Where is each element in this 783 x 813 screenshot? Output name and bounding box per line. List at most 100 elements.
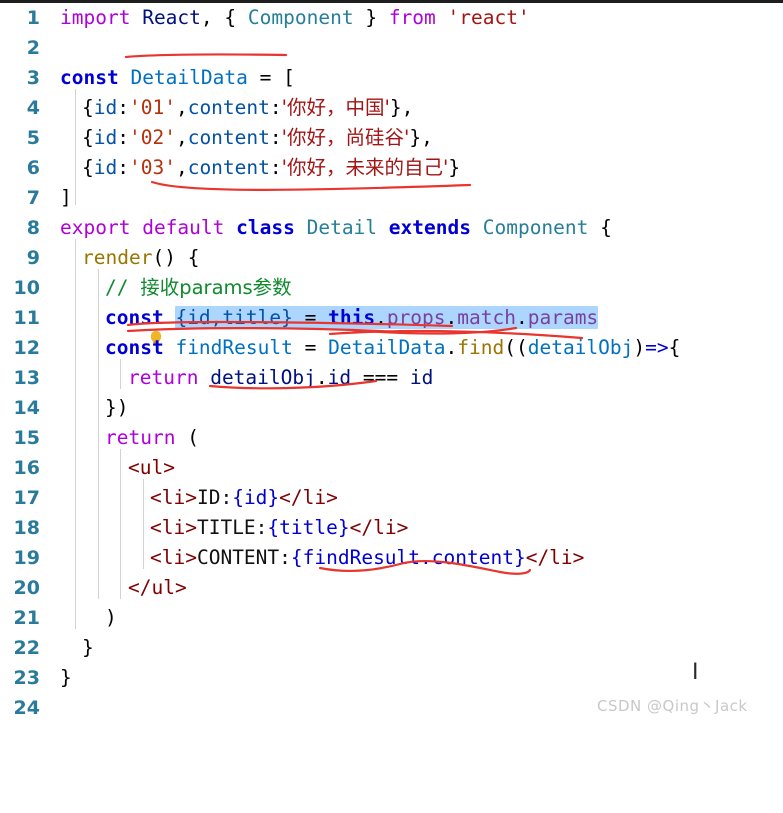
token-paren-close: ) (105, 606, 117, 629)
token-detaildata: DetailData (130, 66, 248, 89)
code-line[interactable]: 19 <li>CONTENT:{findResult.content}</li> (0, 543, 783, 573)
token-content-value: '你好，尚硅谷' (281, 126, 410, 149)
line-content[interactable]: </ul> (128, 573, 187, 603)
token-obj-open: { (82, 96, 94, 119)
line-content[interactable]: } (60, 663, 72, 693)
code-line[interactable]: 21 ) (0, 603, 783, 633)
code-line[interactable]: 20 </ul> (0, 573, 783, 603)
line-content[interactable]: export default class Detail extends Comp… (60, 213, 612, 243)
token-expr-id: {id} (232, 486, 280, 509)
token-parens: () (152, 246, 176, 269)
token-obj-close: }, (409, 126, 433, 149)
line-number: 2 (26, 37, 40, 59)
token-brace-close: } (60, 666, 72, 689)
token-const: const (105, 336, 164, 359)
code-line[interactable]: 13 return detailObj.id === id (0, 363, 783, 393)
code-line[interactable]: 7 ] (0, 183, 783, 213)
line-content[interactable]: return ( (105, 423, 199, 453)
token-props: props (386, 306, 446, 329)
line-number: 23 (13, 667, 40, 689)
line-number: 1 (26, 7, 40, 29)
token-id-value: '01' (128, 96, 176, 119)
line-content[interactable]: <li>CONTENT:{findResult.content}</li> (150, 543, 584, 573)
token-strict-eq: === (362, 366, 399, 389)
line-number: 10 (13, 277, 40, 299)
code-line[interactable]: 1 import React, { Component } from 'reac… (0, 3, 783, 33)
code-line[interactable]: 4 {id:'01',content:'你好，中国'}, (0, 93, 783, 123)
token-content-value: '你好，中国' (281, 96, 390, 119)
token-content-key: content (187, 156, 270, 179)
code-line[interactable]: 23 } (0, 663, 783, 693)
line-content[interactable]: {id:'03',content:'你好，未来的自己'} (82, 153, 460, 183)
line-number: 4 (26, 97, 40, 119)
token-id-prop: id (327, 366, 352, 389)
code-line[interactable]: 18 <li>TITLE:{title}</li> (0, 513, 783, 543)
token-expr-title: {title} (267, 516, 350, 539)
line-number: 14 (13, 397, 40, 419)
code-line[interactable]: 15 return ( (0, 423, 783, 453)
token-comma: , (175, 126, 188, 149)
code-line[interactable]: 14 }) (0, 393, 783, 423)
line-content[interactable]: const DetailData = [ (60, 63, 295, 93)
line-content[interactable]: } (82, 633, 94, 663)
code-line[interactable]: 16 <ul> (0, 453, 783, 483)
token-colon: : (269, 96, 282, 119)
line-content[interactable]: // 接收params参数 (105, 273, 292, 303)
token-li-open: <li> (150, 516, 197, 539)
code-line[interactable]: 6 {id:'03',content:'你好，未来的自己'} (0, 153, 783, 183)
token-this: this (328, 306, 376, 329)
line-content[interactable]: ] (60, 183, 72, 213)
line-content[interactable]: <li>ID:{id}</li> (150, 483, 338, 513)
token-react: React (142, 6, 201, 29)
line-content[interactable]: {id:'01',content:'你好，中国'}, (82, 93, 413, 123)
token-comma: , (175, 96, 188, 119)
code-line[interactable]: 2 (0, 33, 783, 63)
line-number: 8 (26, 217, 40, 239)
token-li-open: <li> (150, 546, 197, 569)
line-content[interactable]: render() { (82, 243, 199, 273)
line-number: 19 (13, 547, 40, 569)
line-content[interactable]: import React, { Component } from 'react' (60, 3, 530, 33)
token-brace: { (668, 336, 681, 359)
code-line[interactable]: 5 {id:'02',content:'你好，尚硅谷'}, (0, 123, 783, 153)
code-area[interactable]: 1 import React, { Component } from 'reac… (0, 3, 783, 725)
token-from: from (388, 6, 436, 29)
line-content[interactable]: <li>TITLE:{title}</li> (150, 513, 408, 543)
token-id-value: '02' (128, 126, 176, 149)
code-line[interactable]: 3 const DetailData = [ (0, 63, 783, 93)
selected-expression[interactable]: {id,title} = this.props.match.params (175, 306, 599, 329)
line-content[interactable]: <ul> (128, 453, 175, 483)
code-line[interactable]: 10 // 接收params参数 (0, 273, 783, 303)
token-destructure: {id,title} (175, 306, 293, 329)
token-id: id (409, 366, 434, 389)
line-content[interactable]: const {id,title} = this.props.match.para… (105, 303, 599, 333)
token-li-close: </li> (349, 516, 409, 539)
line-number: 12 (13, 337, 40, 359)
line-content[interactable]: {id:'02',content:'你好，尚硅谷'}, (82, 123, 433, 153)
code-editor[interactable]: 1 import React, { Component } from 'reac… (0, 0, 783, 725)
code-line[interactable]: 17 <li>ID:{id}</li> (0, 483, 783, 513)
token-colon: : (269, 126, 282, 149)
code-line[interactable]: 8 export default class Detail extends Co… (0, 213, 783, 243)
line-content[interactable]: }) (105, 393, 128, 423)
token-li-open: <li> (150, 486, 197, 509)
code-line[interactable]: 12 const findResult = DetailData.find((d… (0, 333, 783, 363)
token-comment-text: 接收params参数 (140, 276, 292, 299)
line-number: 7 (26, 187, 40, 209)
code-line[interactable]: 9 render() { (0, 243, 783, 273)
line-number: 11 (13, 307, 40, 329)
lightbulb-icon[interactable] (66, 307, 162, 346)
token-li-close: </li> (279, 486, 338, 509)
line-number: 24 (13, 697, 40, 719)
code-line[interactable]: 11 const {id,title} = this.props.match.p… (0, 303, 783, 346)
token-find: find (457, 336, 505, 359)
token-content-key: content (187, 96, 270, 119)
code-line[interactable]: 22 } (0, 633, 783, 663)
token-export: export (60, 216, 131, 239)
line-content[interactable]: return detailObj.id === id (128, 363, 433, 393)
line-content[interactable]: const findResult = DetailData.find((deta… (105, 333, 680, 363)
token-dot: . (445, 306, 458, 329)
line-content[interactable]: ) (105, 603, 117, 633)
token-class: class (236, 216, 295, 239)
token-component: Component (247, 6, 354, 29)
